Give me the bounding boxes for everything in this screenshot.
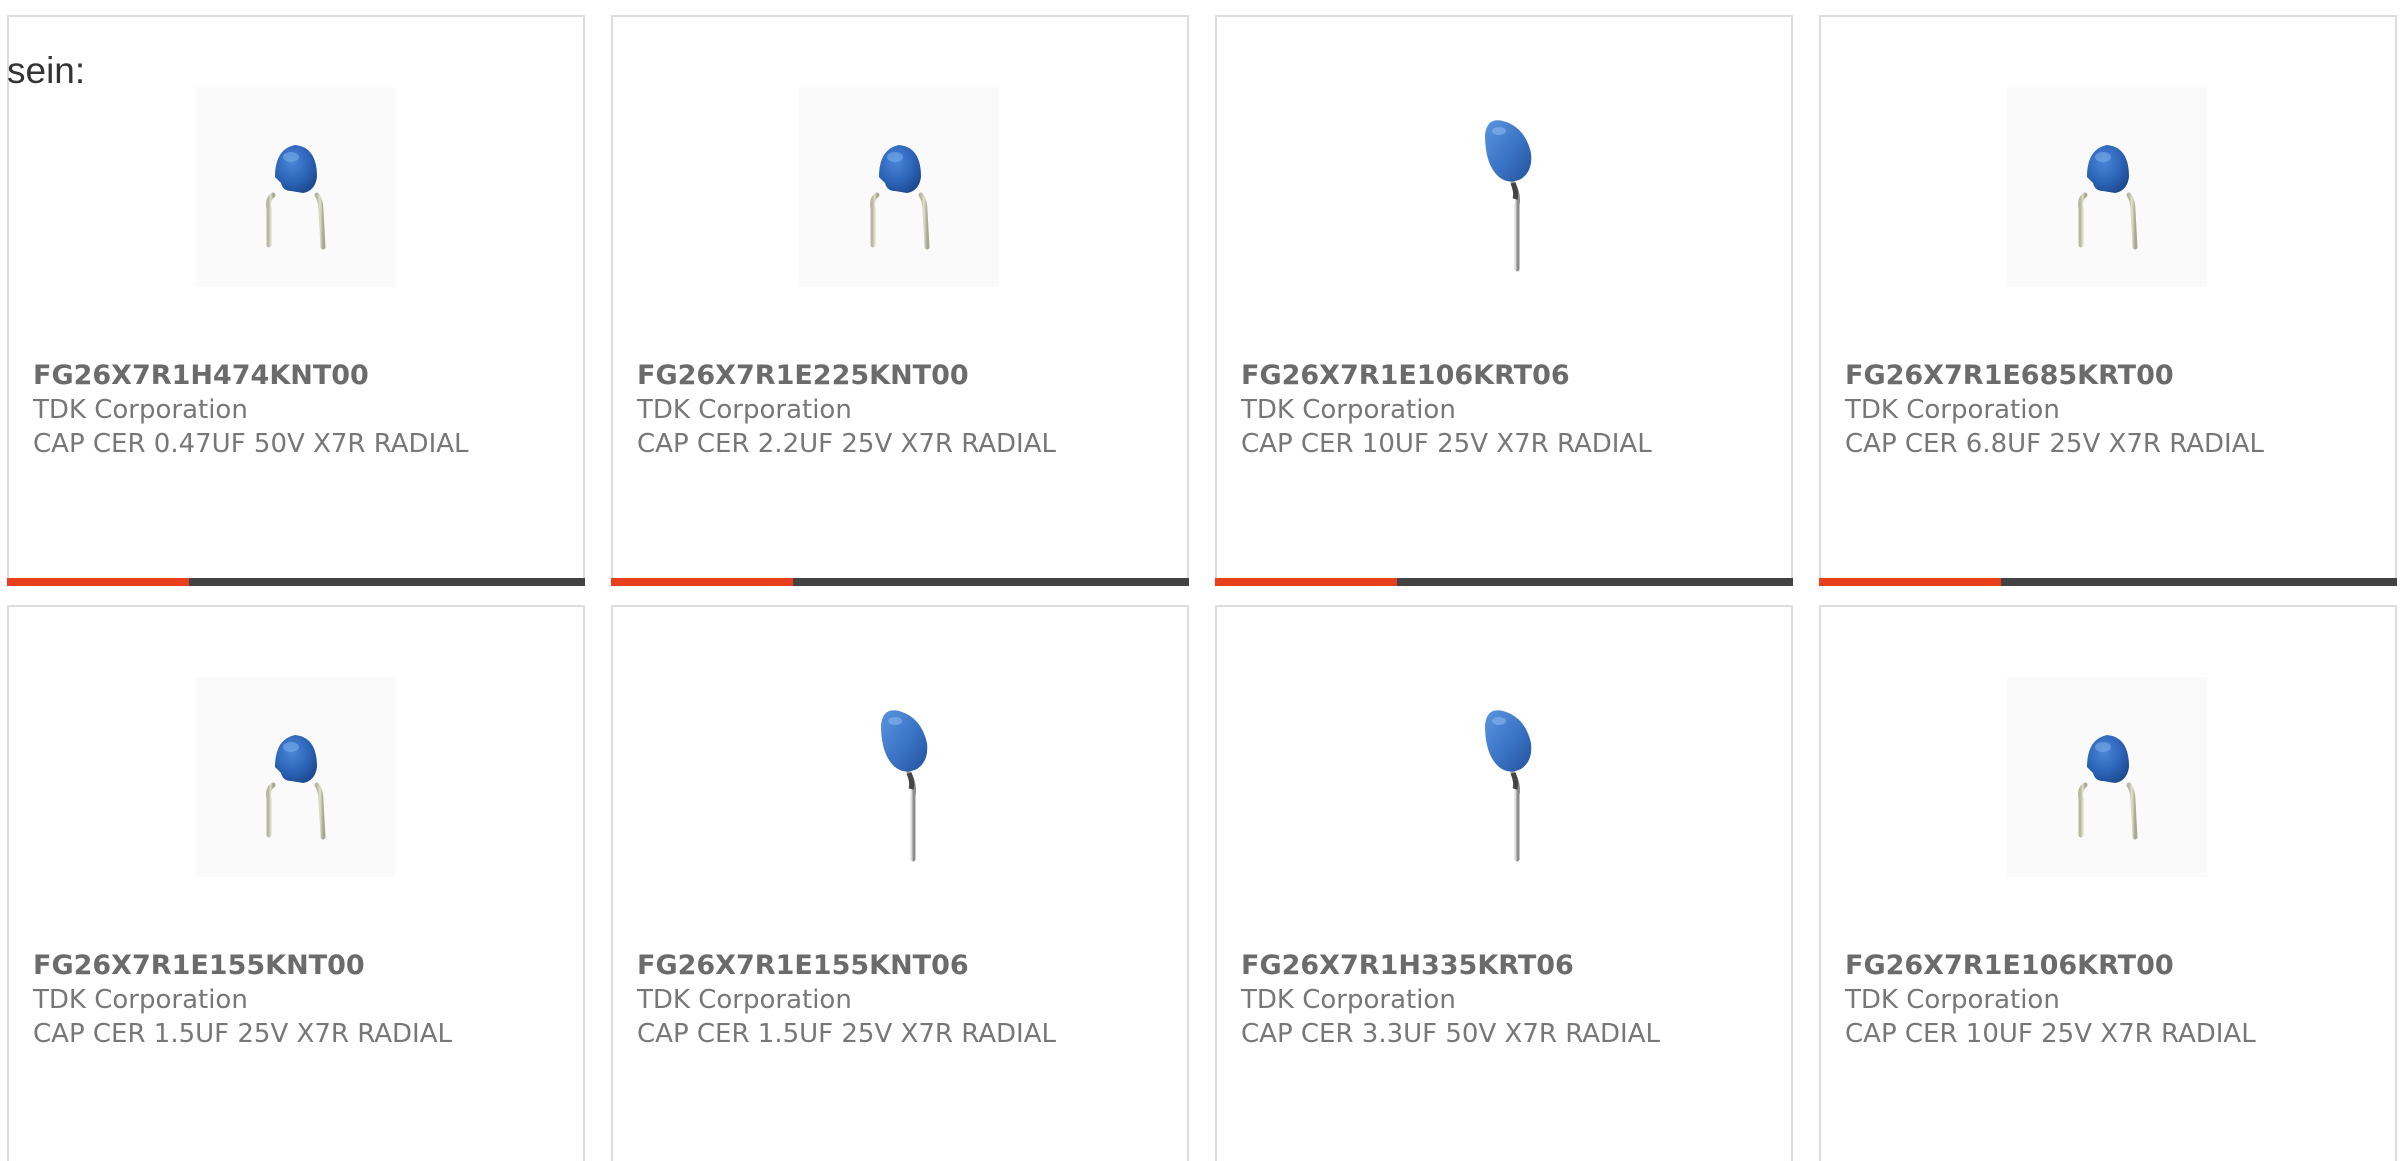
manufacturer-name: TDK Corporation	[637, 985, 852, 1015]
product-card[interactable]: FG26X7R1E155KNT06 TDK Corporation CAP CE…	[611, 605, 1189, 1161]
intro-text: sein:	[7, 50, 86, 91]
disc-capacitor-icon	[799, 87, 999, 287]
manufacturer-name: TDK Corporation	[1845, 985, 2060, 1015]
card-bottom-bar	[611, 578, 1189, 586]
manufacturer-name: TDK Corporation	[33, 395, 248, 425]
product-card[interactable]: FG26X7R1E225KNT00 TDK Corporation CAP CE…	[611, 15, 1189, 586]
part-number-link[interactable]: FG26X7R1E155KNT00	[33, 949, 365, 983]
product-card[interactable]: FG26X7R1E155KNT00 TDK Corporation CAP CE…	[7, 605, 585, 1161]
product-description: CAP CER 3.3UF 50V X7R RADIAL	[1241, 1019, 1660, 1049]
card-accent-bar	[7, 578, 189, 586]
product-description: CAP CER 6.8UF 25V X7R RADIAL	[1845, 429, 2264, 459]
part-number-link[interactable]: FG26X7R1E106KRT00	[1845, 949, 2174, 983]
card-bottom-bar	[7, 578, 585, 586]
part-number-link[interactable]: FG26X7R1H335KRT06	[1241, 949, 1574, 983]
part-number-link[interactable]: FG26X7R1H474KNT00	[33, 359, 369, 393]
card-accent-bar	[1819, 578, 2001, 586]
product-card[interactable]: FG26X7R1E106KRT00 TDK Corporation CAP CE…	[1819, 605, 2397, 1161]
product-card[interactable]: FG26X7R1E685KRT00 TDK Corporation CAP CE…	[1819, 15, 2397, 586]
manufacturer-name: TDK Corporation	[637, 395, 852, 425]
card-accent-bar	[611, 578, 793, 586]
product-description: CAP CER 10UF 25V X7R RADIAL	[1845, 1019, 2256, 1049]
card-bottom-bar	[1215, 578, 1793, 586]
card-bottom-bar	[1819, 578, 2397, 586]
manufacturer-name: TDK Corporation	[1845, 395, 2060, 425]
card-accent-bar	[1215, 578, 1397, 586]
product-card[interactable]: FG26X7R1H474KNT00 TDK Corporation CAP CE…	[7, 15, 585, 586]
part-number-link[interactable]: FG26X7R1E106KRT06	[1241, 359, 1570, 393]
disc-capacitor-icon	[195, 87, 395, 287]
part-number-link[interactable]: FG26X7R1E155KNT06	[637, 949, 969, 983]
radial-capacitor-icon	[1403, 87, 1603, 287]
manufacturer-name: TDK Corporation	[33, 985, 248, 1015]
product-description: CAP CER 1.5UF 25V X7R RADIAL	[33, 1019, 452, 1049]
product-card[interactable]: FG26X7R1E106KRT06 TDK Corporation CAP CE…	[1215, 15, 1793, 586]
manufacturer-name: TDK Corporation	[1241, 395, 1456, 425]
product-description: CAP CER 0.47UF 50V X7R RADIAL	[33, 429, 469, 459]
disc-capacitor-icon	[2007, 87, 2207, 287]
part-number-link[interactable]: FG26X7R1E225KNT00	[637, 359, 969, 393]
product-description: CAP CER 1.5UF 25V X7R RADIAL	[637, 1019, 1056, 1049]
disc-capacitor-icon	[2007, 677, 2207, 877]
product-grid-page: sein: FG26X7R1H474KNT00 TDK Corporation …	[0, 0, 2400, 1161]
manufacturer-name: TDK Corporation	[1241, 985, 1456, 1015]
product-description: CAP CER 10UF 25V X7R RADIAL	[1241, 429, 1652, 459]
part-number-link[interactable]: FG26X7R1E685KRT00	[1845, 359, 2174, 393]
disc-capacitor-icon	[195, 677, 395, 877]
product-description: CAP CER 2.2UF 25V X7R RADIAL	[637, 429, 1056, 459]
radial-capacitor-icon	[799, 677, 999, 877]
radial-capacitor-icon	[1403, 677, 1603, 877]
product-card[interactable]: FG26X7R1H335KRT06 TDK Corporation CAP CE…	[1215, 605, 1793, 1161]
